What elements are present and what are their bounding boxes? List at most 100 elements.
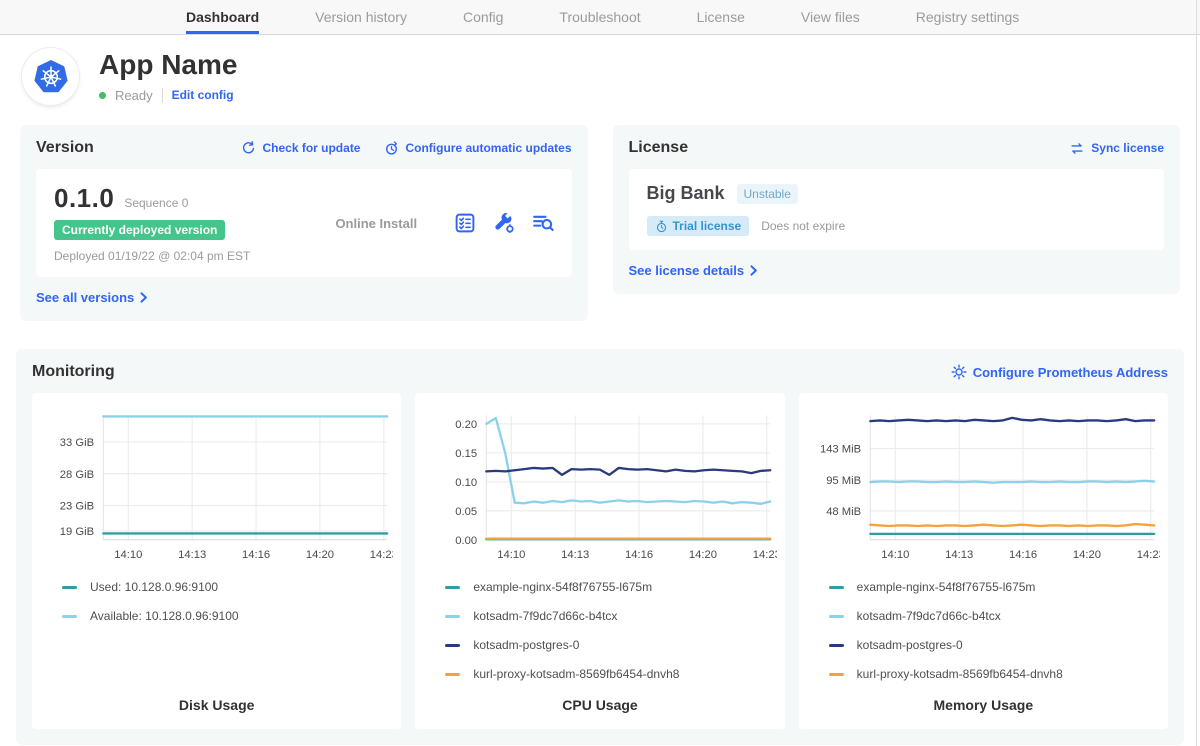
schedule-clock-icon <box>384 141 399 156</box>
legend-swatch <box>445 615 460 618</box>
svg-text:28 GiB: 28 GiB <box>60 469 94 481</box>
tab-version-history[interactable]: Version history <box>315 0 407 34</box>
cards-row: Version Check for update Configure au <box>20 125 1180 321</box>
monitoring-panel: Monitoring Configure Prometheus Address … <box>16 349 1184 745</box>
tab-view-files[interactable]: View files <box>801 0 860 34</box>
svg-text:14:23: 14:23 <box>753 549 777 561</box>
svg-text:0.05: 0.05 <box>456 506 478 518</box>
legend-item: kotsadm-postgres-0 <box>445 638 776 652</box>
view-logs-icon[interactable] <box>532 212 554 234</box>
svg-text:0.15: 0.15 <box>456 448 478 460</box>
disk-usage-chart-card: 19 GiB23 GiB28 GiB33 GiB14:1014:1314:161… <box>32 393 401 729</box>
version-panel-title: Version <box>36 139 94 157</box>
check-for-update-button[interactable]: Check for update <box>241 141 360 156</box>
legend-label: kotsadm-postgres-0 <box>857 638 963 652</box>
app-name-title: App Name <box>99 50 237 81</box>
svg-text:14:10: 14:10 <box>114 549 142 561</box>
tab-dashboard[interactable]: Dashboard <box>186 0 259 34</box>
cpu-usage-legend: example-nginx-54f8f76755-l675m kotsadm-7f… <box>445 580 776 681</box>
legend-swatch <box>62 586 77 589</box>
edit-config-link[interactable]: Edit config <box>172 88 234 102</box>
legend-label: example-nginx-54f8f76755-l675m <box>857 580 1036 594</box>
tab-troubleshoot[interactable]: Troubleshoot <box>559 0 640 34</box>
legend-swatch <box>445 673 460 676</box>
legend-label: kotsadm-7f9dc7d66c-b4tcx <box>473 609 617 623</box>
cpu-usage-chart-card: 0.00 0.05 0.10 0.15 0.20 14:10 14:13 14:16 14:20… <box>415 393 784 729</box>
sync-license-button[interactable]: Sync license <box>1069 141 1164 156</box>
top-nav: Dashboard Version history Config Trouble… <box>0 0 1200 35</box>
legend-item: example-nginx-54f8f76755-l675m <box>445 580 776 594</box>
legend-swatch <box>829 586 844 589</box>
see-all-versions-link[interactable]: See all versions <box>36 290 148 305</box>
tab-config[interactable]: Config <box>463 0 503 34</box>
svg-text:19 GiB: 19 GiB <box>60 526 94 538</box>
svg-text:33 GiB: 33 GiB <box>60 437 94 449</box>
svg-text:0.00: 0.00 <box>456 535 478 547</box>
kubernetes-logo-icon <box>31 57 71 97</box>
svg-text:14:16: 14:16 <box>1009 549 1037 561</box>
svg-text:95 MiB: 95 MiB <box>826 475 861 487</box>
legend-label: kurl-proxy-kotsadm-8569fb6454-dnvh8 <box>473 667 679 681</box>
configure-prometheus-button[interactable]: Configure Prometheus Address <box>951 364 1168 380</box>
svg-text:14:23: 14:23 <box>370 549 394 561</box>
deployed-timestamp: Deployed 01/19/22 @ 02:04 pm EST <box>54 249 299 263</box>
chevron-right-icon <box>140 292 148 303</box>
license-detail-card: Big Bank Unstable Trial license Does not… <box>629 169 1165 250</box>
disk-usage-legend: Used: 10.128.0.96:9100Available: 10.128.… <box>62 580 393 623</box>
legend-label: kurl-proxy-kotsadm-8569fb6454-dnvh8 <box>857 667 1063 681</box>
see-license-details-link[interactable]: See license details <box>629 263 759 278</box>
refresh-icon <box>241 141 256 156</box>
legend-item: Used: 10.128.0.96:9100 <box>62 580 393 594</box>
app-header: App Name Ready Edit config <box>0 35 1200 105</box>
legend-item: kotsadm-7f9dc7d66c-b4tcx <box>829 609 1160 623</box>
svg-text:14:20: 14:20 <box>689 549 717 561</box>
svg-text:14:10: 14:10 <box>498 549 526 561</box>
current-version-card: 0.1.0 Sequence 0 Currently deployed vers… <box>36 169 572 277</box>
sync-icon <box>1069 141 1085 156</box>
chart-title: Disk Usage <box>40 681 393 713</box>
svg-text:48 MiB: 48 MiB <box>826 506 861 518</box>
svg-text:0.10: 0.10 <box>456 477 478 489</box>
svg-text:14:10: 14:10 <box>881 549 909 561</box>
tab-registry-settings[interactable]: Registry settings <box>916 0 1019 34</box>
svg-text:143 MiB: 143 MiB <box>820 444 861 456</box>
svg-text:14:16: 14:16 <box>625 549 653 561</box>
channel-badge: Unstable <box>737 184 798 204</box>
disk-usage-chart: 19 GiB23 GiB28 GiB33 GiB14:1014:1314:161… <box>40 405 393 566</box>
customer-name: Big Bank <box>647 183 725 204</box>
legend-item: example-nginx-54f8f76755-l675m <box>829 580 1160 594</box>
chevron-right-icon <box>750 265 758 276</box>
legend-label: example-nginx-54f8f76755-l675m <box>473 580 652 594</box>
deploy-checklist-icon[interactable] <box>454 212 476 234</box>
legend-label: Used: 10.128.0.96:9100 <box>90 580 218 594</box>
currently-deployed-badge: Currently deployed version <box>54 220 225 240</box>
status-divider <box>162 88 163 103</box>
svg-text:14:13: 14:13 <box>561 549 589 561</box>
svg-text:0.20: 0.20 <box>456 419 478 431</box>
memory-usage-legend: example-nginx-54f8f76755-l675m kotsadm-7f… <box>829 580 1160 681</box>
ready-status-dot <box>99 92 106 99</box>
app-status-label: Ready <box>115 88 153 103</box>
legend-swatch <box>62 615 77 618</box>
chart-title: CPU Usage <box>423 681 776 713</box>
license-panel-title: License <box>629 139 689 157</box>
svg-text:14:23: 14:23 <box>1136 549 1160 561</box>
legend-swatch <box>829 615 844 618</box>
legend-swatch <box>829 673 844 676</box>
wrench-gear-icon[interactable] <box>493 212 515 234</box>
svg-text:14:20: 14:20 <box>1073 549 1101 561</box>
chart-title: Memory Usage <box>807 681 1160 713</box>
svg-text:14:20: 14:20 <box>306 549 334 561</box>
tab-license[interactable]: License <box>697 0 745 34</box>
legend-swatch <box>445 586 460 589</box>
install-type-label: Online Install <box>299 216 454 231</box>
license-panel: License Sync license Big Bank Unstable <box>613 125 1181 294</box>
memory-usage-chart: 48 MiB95 MiB143 MiB14:1014:1314:1614:201… <box>807 405 1160 566</box>
configure-automatic-updates-button[interactable]: Configure automatic updates <box>384 141 571 156</box>
charts-row: 19 GiB 23 GiB 28 GiB 33 GiB 14:10 14:13 14:16 1… <box>32 393 1168 729</box>
legend-item: kurl-proxy-kotsadm-8569fb6454-dnvh8 <box>829 667 1160 681</box>
legend-swatch <box>829 644 844 647</box>
svg-text:23 GiB: 23 GiB <box>60 501 94 513</box>
legend-label: kotsadm-7f9dc7d66c-b4tcx <box>857 609 1001 623</box>
svg-text:14:13: 14:13 <box>178 549 206 561</box>
